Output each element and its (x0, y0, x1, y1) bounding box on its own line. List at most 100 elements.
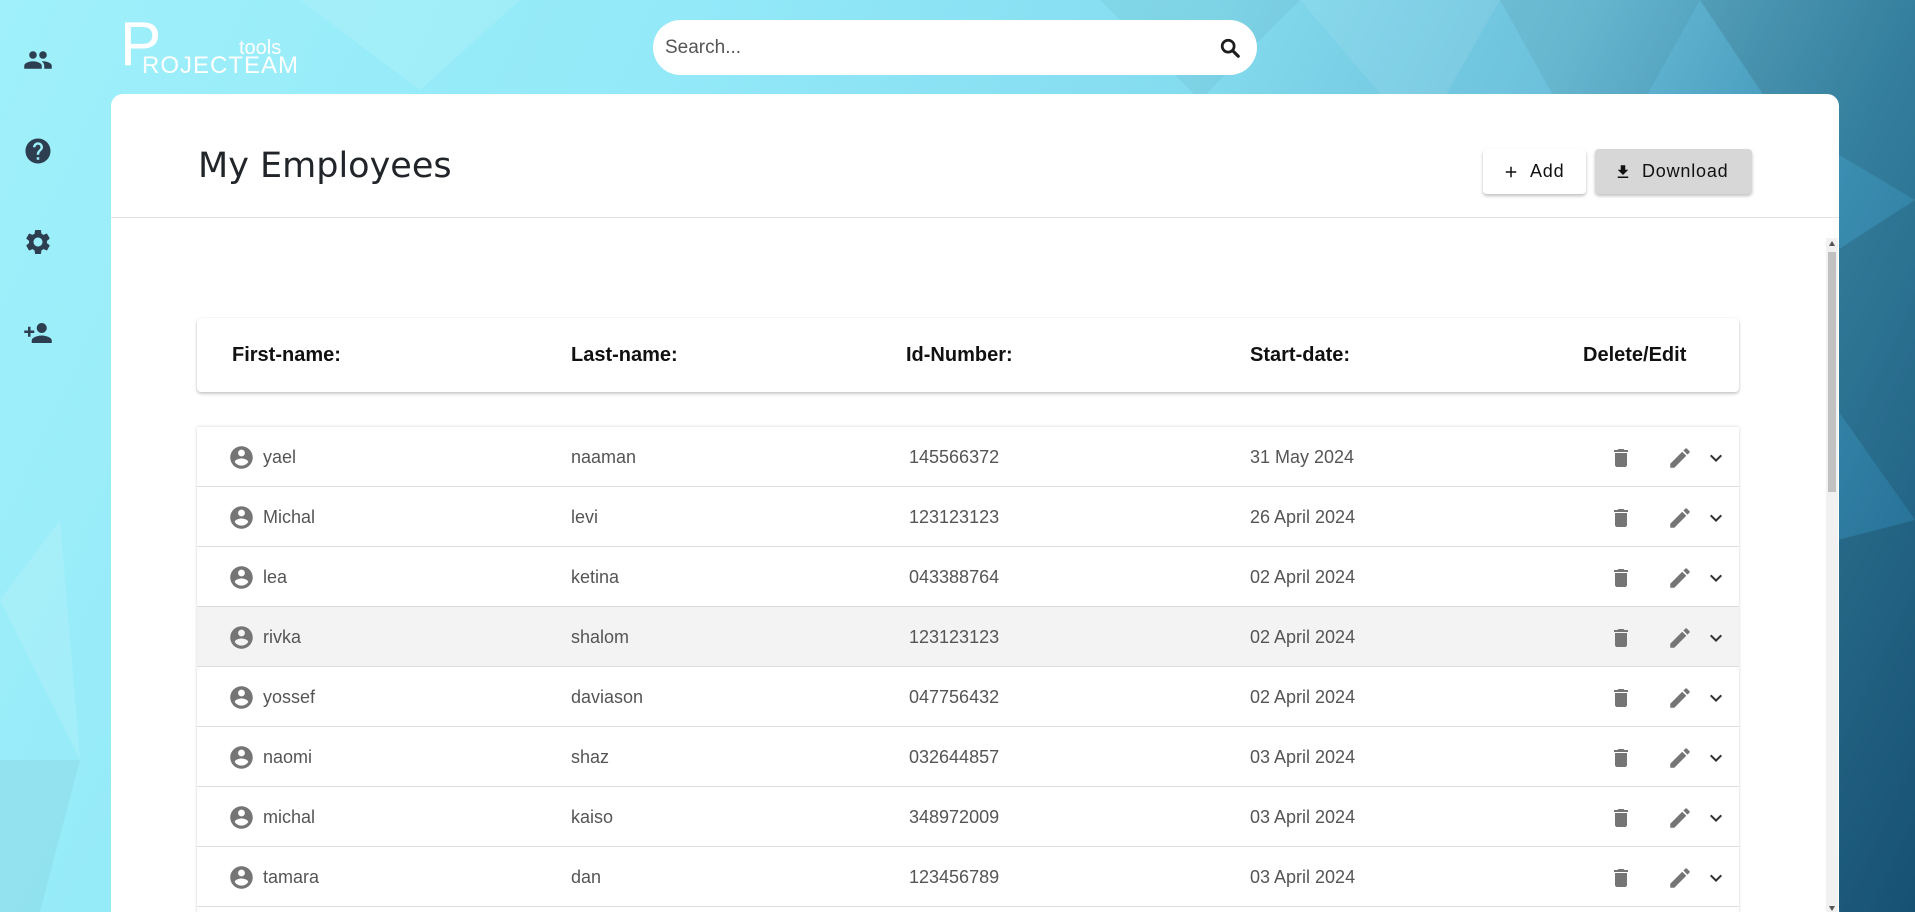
scrollbar[interactable] (1826, 238, 1838, 912)
delete-icon[interactable] (1607, 804, 1635, 832)
edit-icon[interactable] (1666, 564, 1694, 592)
cell-last-name: levi (571, 507, 599, 527)
delete-icon[interactable] (1607, 624, 1635, 652)
edit-icon[interactable] (1666, 444, 1694, 472)
sidebar (0, 0, 75, 912)
user-avatar-icon (230, 506, 253, 529)
cell-start-date: 31 May 2024 (1250, 447, 1355, 467)
user-avatar-icon (230, 746, 253, 769)
expand-chevron-down-icon[interactable] (1702, 864, 1730, 892)
cell-first-name: Michal (263, 507, 316, 527)
expand-chevron-down-icon[interactable] (1702, 564, 1730, 592)
sidebar-item-employees[interactable] (16, 38, 60, 82)
header-last-name: Last-name: (571, 344, 678, 366)
edit-icon[interactable] (1666, 684, 1694, 712)
cell-last-name: kaiso (571, 807, 614, 827)
cell-start-date: 03 April 2024 (1250, 807, 1356, 827)
cell-last-name: naaman (571, 447, 637, 467)
cell-last-name: ketina (571, 567, 620, 587)
edit-icon[interactable] (1666, 504, 1694, 532)
add-button-label: Add (1530, 161, 1565, 181)
table-row[interactable]: michal kaiso 348972009 03 April 2024 (197, 787, 1739, 847)
download-icon (1617, 164, 1629, 178)
gear-icon (25, 230, 50, 254)
cell-start-date: 02 April 2024 (1250, 567, 1356, 587)
delete-icon[interactable] (1607, 504, 1635, 532)
cell-id-number: 123123123 (909, 627, 1000, 647)
expand-chevron-down-icon[interactable] (1702, 624, 1730, 652)
header-start-date: Start-date: (1250, 344, 1351, 366)
cell-last-name: dan (571, 867, 602, 887)
table-row[interactable]: yael naaman 145566372 31 May 2024 (197, 427, 1739, 487)
header-actions: Delete/Edit (1583, 344, 1687, 366)
delete-icon[interactable] (1607, 744, 1635, 772)
download-button[interactable]: Download (1595, 149, 1752, 194)
user-avatar-icon (230, 686, 253, 709)
expand-chevron-down-icon[interactable] (1702, 684, 1730, 712)
expand-chevron-down-icon[interactable] (1702, 444, 1730, 472)
cell-id-number: 123456789 (909, 867, 1000, 887)
table-row[interactable]: tamara dan 123456789 03 April 2024 (197, 847, 1739, 907)
delete-icon[interactable] (1607, 444, 1635, 472)
scroll-down-arrow[interactable] (1829, 906, 1835, 911)
user-avatar-icon (230, 446, 253, 469)
cell-last-name: shaz (571, 747, 610, 767)
edit-icon[interactable] (1666, 864, 1694, 892)
table-header: First-name: Last-name: Id-Number: Start-… (197, 318, 1739, 392)
table-row[interactable]: yossef daviason 047756432 02 April 2024 (197, 667, 1739, 727)
page-title: My Employees (198, 146, 452, 186)
cell-start-date: 26 April 2024 (1250, 507, 1356, 527)
table-row[interactable]: rivka shalom 123123123 02 April 2024 (197, 607, 1739, 667)
cell-first-name: rivka (263, 627, 302, 647)
cell-id-number: 348972009 (909, 807, 1000, 827)
user-avatar-icon (230, 806, 253, 829)
delete-icon[interactable] (1607, 864, 1635, 892)
cell-id-number: 145566372 (909, 447, 1000, 467)
expand-chevron-down-icon[interactable] (1702, 804, 1730, 832)
table-body: yael naaman 145566372 31 May 2024 Michal… (197, 427, 1739, 912)
cell-id-number: 043388764 (909, 567, 1000, 587)
edit-icon[interactable] (1666, 744, 1694, 772)
main-card: My Employees Add Download First-name: La… (111, 94, 1839, 912)
user-avatar-icon (230, 566, 253, 589)
edit-icon[interactable] (1666, 624, 1694, 652)
cell-last-name: daviason (571, 687, 644, 707)
table-row[interactable]: lea ketina 043388764 02 April 2024 (197, 547, 1739, 607)
cell-first-name: lea (263, 567, 288, 587)
header-id-number: Id-Number: (906, 344, 1013, 366)
delete-icon[interactable] (1607, 564, 1635, 592)
card-header: My Employees Add Download (111, 94, 1839, 218)
sidebar-item-add-person[interactable] (16, 311, 60, 355)
scroll-up-arrow[interactable] (1829, 241, 1835, 246)
cell-first-name: naomi (263, 747, 313, 767)
expand-chevron-down-icon[interactable] (1702, 744, 1730, 772)
cell-id-number: 123123123 (909, 507, 1000, 527)
person-add-icon (23, 323, 52, 343)
user-avatar-icon (230, 626, 253, 649)
sidebar-item-help[interactable] (16, 129, 60, 173)
delete-icon[interactable] (1607, 684, 1635, 712)
edit-icon[interactable] (1666, 804, 1694, 832)
cell-first-name: michal (263, 807, 316, 827)
cell-start-date: 03 April 2024 (1250, 747, 1356, 767)
cell-start-date: 02 April 2024 (1250, 687, 1356, 707)
add-button[interactable]: Add (1483, 149, 1586, 194)
sidebar-item-settings[interactable] (16, 220, 60, 264)
scroll-thumb[interactable] (1828, 252, 1836, 492)
table-row[interactable]: naomi shaz 032644857 03 April 2024 (197, 727, 1739, 787)
user-avatar-icon (230, 866, 253, 889)
cell-first-name: tamara (263, 867, 320, 887)
employees-table: First-name: Last-name: Id-Number: Start-… (111, 218, 1839, 912)
cell-last-name: shalom (571, 627, 630, 647)
search-input[interactable] (665, 36, 1217, 59)
help-icon (25, 138, 50, 164)
header-first-name: First-name: (232, 344, 341, 366)
table-row[interactable]: Michal levi 123123123 26 April 2024 (197, 487, 1739, 547)
search-icon[interactable] (1217, 35, 1243, 61)
download-button-label: Download (1642, 161, 1729, 181)
plus-icon (1505, 166, 1517, 177)
search-bar (653, 20, 1257, 75)
expand-chevron-down-icon[interactable] (1702, 504, 1730, 532)
app-logo[interactable]: P ROJECTEAM tools (120, 14, 298, 78)
cell-id-number: 047756432 (909, 687, 1000, 707)
